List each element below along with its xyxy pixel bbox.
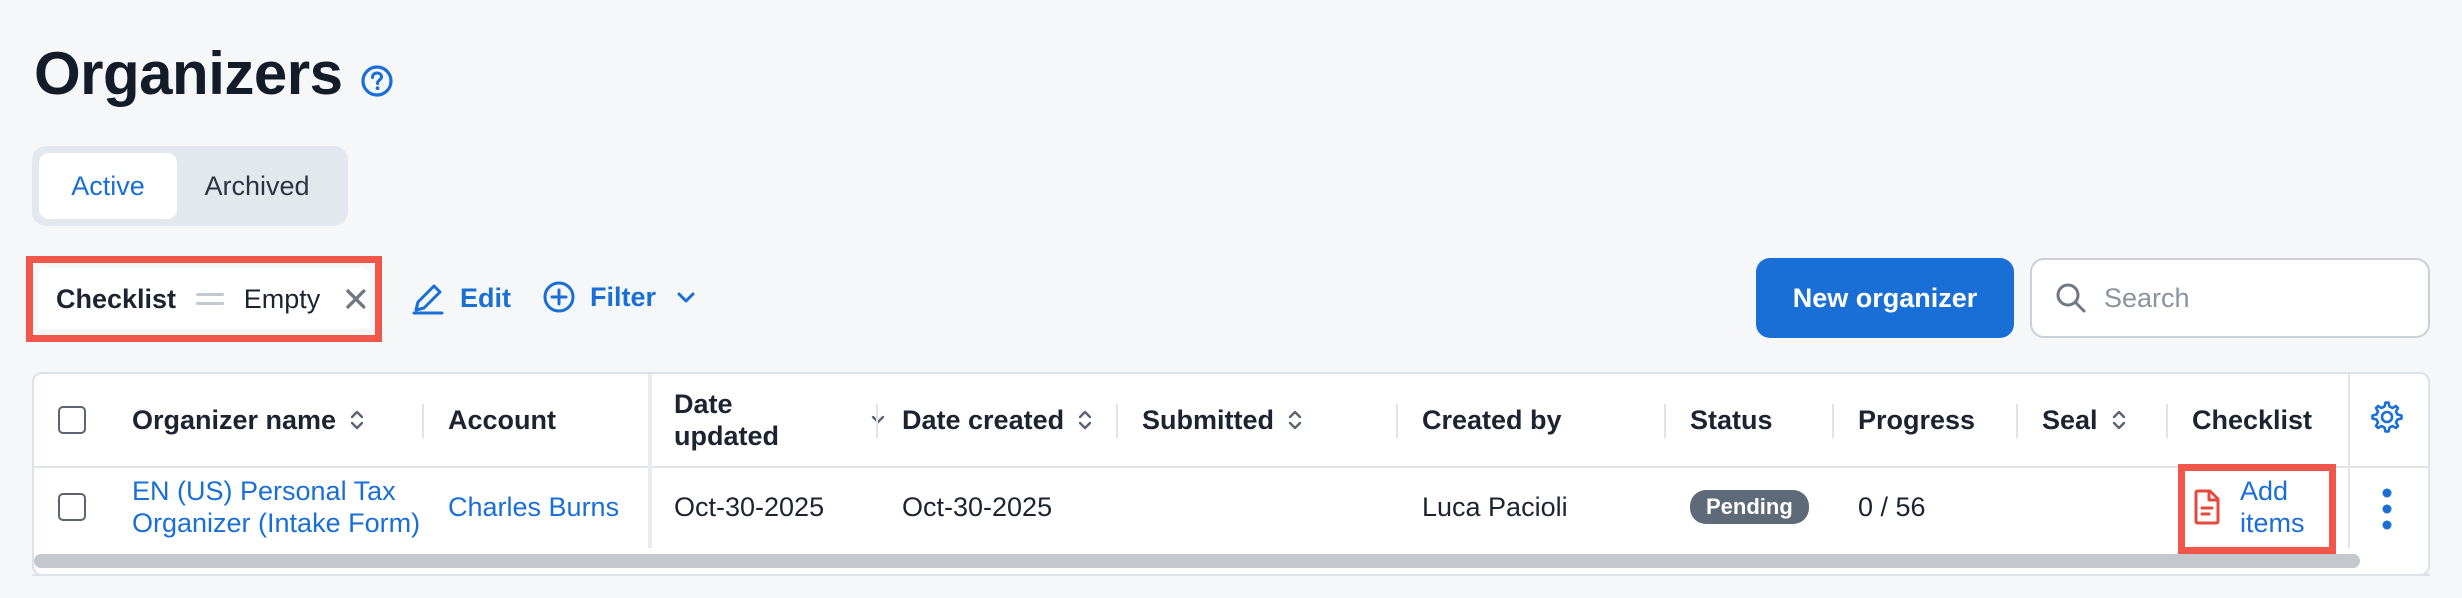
frozen-column-divider	[648, 374, 652, 548]
gear-icon[interactable]	[2370, 400, 2404, 434]
sort-icon	[2112, 410, 2125, 430]
column-header-account: Account	[448, 404, 556, 435]
search-input[interactable]	[2102, 281, 2426, 315]
column-header-date-created[interactable]: Date created	[902, 374, 1092, 466]
search-box	[2030, 258, 2430, 338]
select-all-cell	[58, 374, 86, 466]
filter-chip-value: Empty	[243, 283, 321, 314]
sort-desc-icon	[871, 415, 885, 424]
column-header-created-by: Created by	[1422, 404, 1562, 435]
add-filter-button[interactable]: Filter	[542, 280, 698, 314]
column-header-seal[interactable]: Seal	[2042, 374, 2126, 466]
filter-chip-key: Checklist	[56, 283, 177, 314]
sort-icon	[1078, 410, 1092, 430]
edit-label: Edit	[460, 282, 511, 313]
pencil-icon	[412, 284, 444, 315]
chevron-down-icon	[677, 292, 695, 303]
plus-circle-icon	[543, 281, 575, 313]
organizers-table: Organizer name Account Date updated Date…	[32, 372, 2430, 576]
table-row[interactable]: EN (US) Personal Tax Organizer (Intake F…	[34, 466, 2428, 548]
horizontal-scrollbar[interactable]	[34, 554, 2360, 568]
date-updated-cell: Oct-30-2025	[674, 491, 825, 522]
column-header-organizer-name[interactable]: Organizer name	[132, 374, 364, 466]
search-icon	[2056, 283, 2086, 313]
date-created-cell: Oct-30-2025	[902, 491, 1053, 522]
close-icon[interactable]	[342, 285, 370, 313]
page-title: Organizers	[34, 40, 343, 107]
status-badge: Pending	[1690, 490, 1809, 524]
tab-active[interactable]: Active	[39, 153, 177, 219]
equals-icon	[196, 293, 224, 305]
row-checkbox[interactable]	[58, 493, 86, 521]
table-header: Organizer name Account Date updated Date…	[34, 374, 2428, 548]
progress-cell: 0 / 56	[1858, 491, 1926, 522]
organizer-name-link[interactable]: EN (US) Personal Tax Organizer (Intake F…	[132, 475, 422, 539]
column-header-date-updated[interactable]: Date updated	[674, 374, 885, 466]
column-header-submitted[interactable]: Submitted	[1142, 374, 1302, 466]
created-by-cell: Luca Pacioli	[1422, 491, 1568, 522]
table-bottom-border	[32, 574, 2430, 576]
help-circle-icon[interactable]	[360, 64, 394, 98]
more-actions-icon[interactable]	[2380, 486, 2394, 532]
account-link[interactable]: Charles Burns	[448, 491, 619, 523]
organizer-name-cell: EN (US) Personal Tax Organizer (Intake F…	[132, 466, 422, 548]
sort-icon	[1288, 410, 1302, 430]
account-cell: Charles Burns	[448, 466, 619, 548]
status-cell: Pending	[1690, 466, 1809, 548]
sort-icon	[350, 410, 364, 430]
select-all-checkbox[interactable]	[58, 406, 86, 434]
column-header-status: Status	[1690, 404, 1773, 435]
column-header-checklist: Checklist	[2192, 404, 2313, 435]
row-select-cell	[58, 466, 86, 548]
status-segmented-control: Active Archived	[32, 146, 348, 226]
tab-archived[interactable]: Archived	[177, 153, 337, 219]
filter-chip[interactable]: Checklist Empty	[38, 268, 370, 330]
edit-filters-button[interactable]: Edit	[410, 280, 511, 316]
checklist-highlight	[2178, 464, 2336, 554]
column-header-progress: Progress	[1858, 404, 1976, 435]
filter-label: Filter	[590, 281, 657, 312]
new-organizer-button[interactable]: New organizer	[1756, 258, 2014, 338]
